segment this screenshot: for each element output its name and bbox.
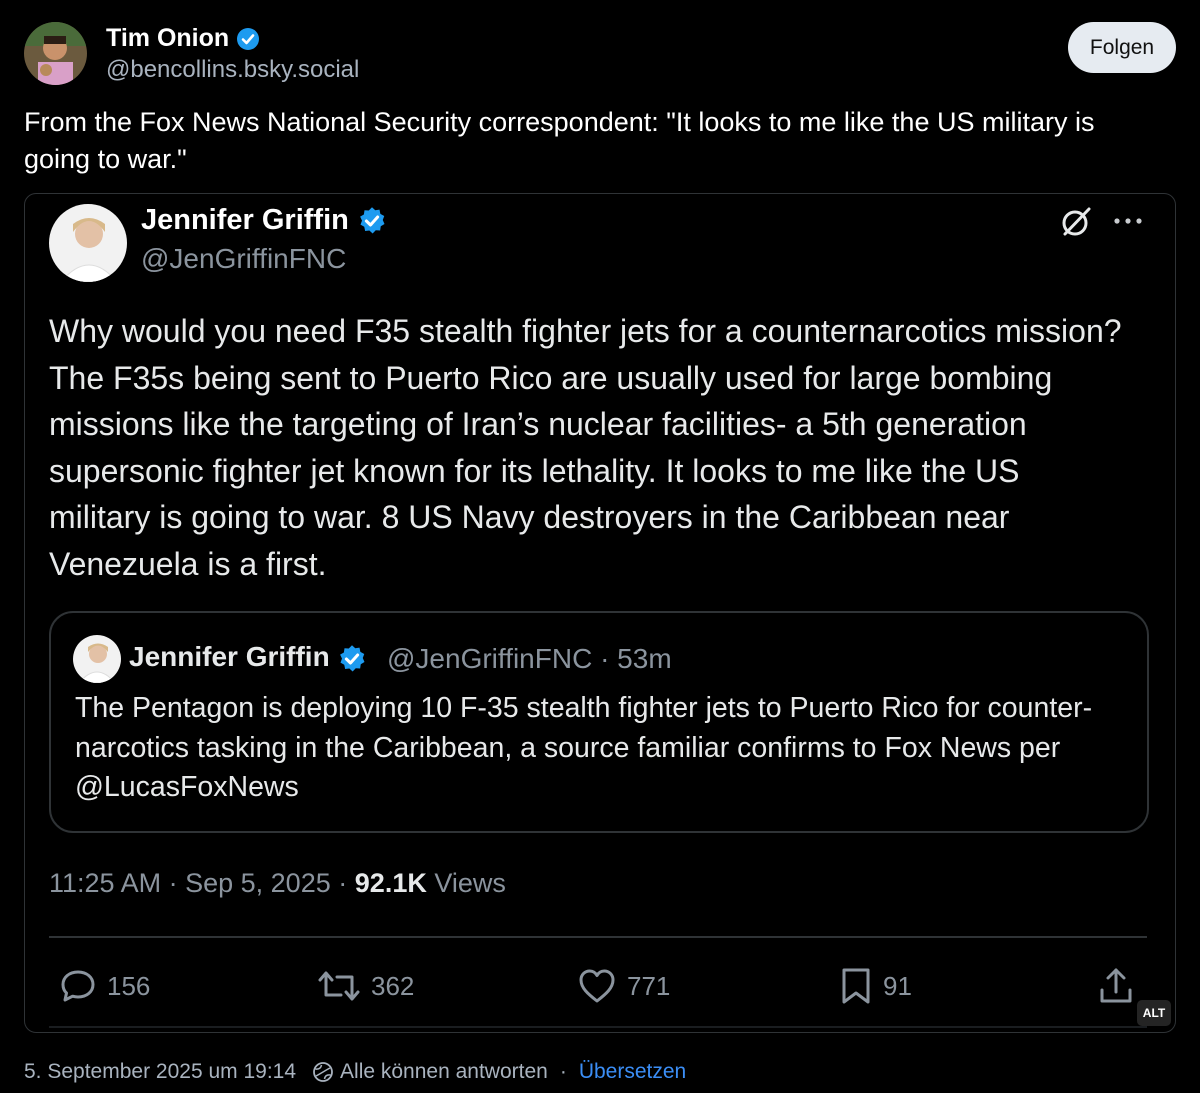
grok-icon xyxy=(1062,207,1091,236)
tweet-meta: 11:25 AM · Sep 5, 2025 · 92.1K Views xyxy=(49,868,506,899)
reply-settings-label: Alle können antworten xyxy=(340,1060,548,1083)
post-footer: 5. September 2025 um 19:14 Alle können a… xyxy=(24,1060,686,1084)
bookmark-action: 91 xyxy=(839,964,912,1008)
meta-separator: · xyxy=(168,868,178,898)
bookmark-icon xyxy=(842,968,870,1004)
author-name[interactable]: Tim Onion xyxy=(106,24,260,53)
post-timestamp[interactable]: 5. September 2025 um 19:14 xyxy=(24,1060,296,1084)
like-count: 771 xyxy=(627,970,671,1001)
tweet-time: 11:25 AM xyxy=(49,868,162,898)
reply-settings[interactable]: Alle können antworten xyxy=(312,1060,548,1084)
verified-badge-icon xyxy=(340,644,365,672)
tweet-author-name: Jennifer Griffin xyxy=(141,204,387,237)
views-count: 92.1K xyxy=(354,868,427,898)
like-action: 771 xyxy=(577,964,670,1008)
more-icon xyxy=(1114,218,1142,224)
share-action xyxy=(1097,964,1135,1008)
share-icon xyxy=(1100,968,1132,1003)
divider xyxy=(49,936,1147,938)
tweet-author-handle: @JenGriffinFNC xyxy=(141,243,347,274)
repost-action: 362 xyxy=(317,964,414,1008)
quoted-tweet: Jennifer Griffin @JenGriffinFNC · 53m Th… xyxy=(49,611,1149,833)
reply-count: 156 xyxy=(107,970,151,1001)
repost-icon xyxy=(318,971,360,1001)
reply-icon xyxy=(61,970,95,1002)
quoted-author-avatar xyxy=(73,635,121,683)
quoted-meta: @JenGriffinFNC · 53m xyxy=(387,643,672,675)
quoted-age: · 53m xyxy=(600,643,672,674)
quoted-author-handle: @JenGriffinFNC xyxy=(387,643,593,674)
tweet-text: Why would you need F35 stealth fighter j… xyxy=(49,313,1122,582)
verified-badge-icon xyxy=(360,207,385,234)
follow-button[interactable]: Folgen xyxy=(1068,22,1176,73)
meta-separator: · xyxy=(338,868,348,898)
verified-badge-icon xyxy=(237,28,260,51)
divider xyxy=(49,1026,1147,1028)
like-icon xyxy=(579,969,615,1003)
tweet-author-avatar xyxy=(49,204,127,282)
repost-count: 362 xyxy=(371,970,415,1001)
reply-settings-icon xyxy=(313,1062,333,1082)
tweet-date: Sep 5, 2025 xyxy=(185,868,331,898)
views-label: Views xyxy=(434,868,506,898)
footer-separator: · xyxy=(559,1060,567,1083)
quoted-author-name: Jennifer Griffin xyxy=(129,641,367,674)
alt-text-badge[interactable]: ALT xyxy=(1137,1000,1171,1026)
reply-action: 156 xyxy=(59,964,150,1008)
quoted-text: The Pentagon is deploying 10 F-35 stealt… xyxy=(75,692,1093,803)
bookmark-count: 91 xyxy=(883,970,912,1001)
post-text: From the Fox News National Security corr… xyxy=(24,107,1095,174)
embedded-image[interactable]: Jennifer Griffin @JenGriffinFNC Why woul… xyxy=(24,193,1176,1033)
translate-link[interactable]: Übersetzen xyxy=(579,1060,686,1084)
author-avatar[interactable] xyxy=(24,22,87,85)
author-handle[interactable]: @bencollins.bsky.social xyxy=(106,56,359,84)
